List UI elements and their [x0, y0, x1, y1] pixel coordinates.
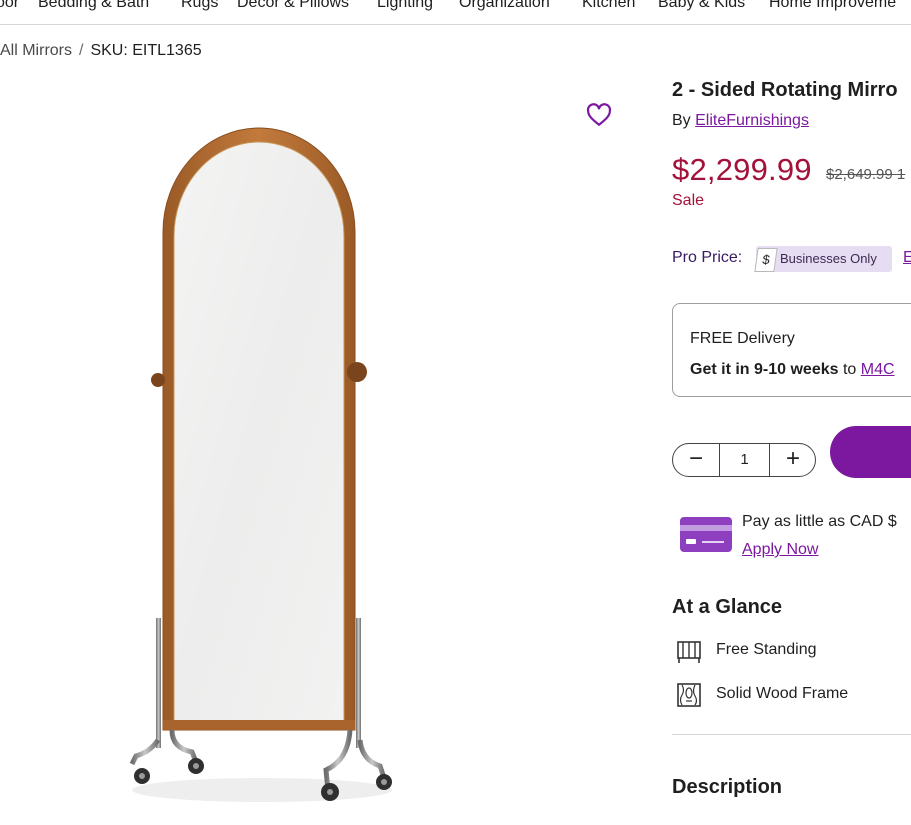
delivery-eta-time: Get it in 9-10 weeks: [690, 361, 839, 378]
product-image-gallery: [0, 80, 640, 820]
credit-card-icon: [680, 517, 732, 552]
quantity-input[interactable]: [720, 444, 769, 476]
glance-label: Free Standing: [716, 641, 817, 658]
wood-grain-icon: [677, 683, 701, 707]
product-image-mirror[interactable]: [0, 80, 640, 820]
price-tag-icon: $: [754, 248, 778, 272]
heart-icon[interactable]: [586, 102, 612, 128]
product-title: 2 - Sided Rotating Mirro: [672, 79, 898, 101]
breadcrumb-all-mirrors[interactable]: All Mirrors: [0, 42, 72, 59]
pro-signup-link[interactable]: E: [903, 249, 911, 267]
sale-label: Sale: [672, 192, 705, 209]
nav-item-outdoor[interactable]: oor: [0, 0, 19, 12]
financing-text: Pay as little as CAD $: [742, 513, 897, 530]
nav-item-baby-kids[interactable]: Baby & Kids: [658, 0, 745, 12]
nav-item-rugs[interactable]: Rugs: [181, 0, 218, 12]
sku-label: SKU: EITL1365: [90, 42, 202, 59]
breadcrumb: All Mirrors / SKU: EITL1365: [0, 42, 202, 60]
nav-item-lighting[interactable]: Lighting: [377, 0, 433, 12]
nav-item-home-improvement[interactable]: Home Improveme: [769, 0, 896, 12]
original-price-suffix: 1: [896, 166, 906, 183]
brand-link[interactable]: EliteFurnishings: [695, 112, 809, 129]
at-a-glance-heading: At a Glance: [672, 596, 783, 618]
apply-now-link[interactable]: Apply Now: [742, 541, 818, 559]
postal-code-link[interactable]: M4C: [861, 361, 895, 378]
glance-label: Solid Wood Frame: [716, 685, 849, 702]
delivery-box: FREE Delivery Get it in 9-10 weeks to M4…: [672, 303, 911, 397]
original-price: $2,649.99 1: [826, 166, 905, 183]
section-divider: [672, 734, 911, 735]
businesses-only-text: Businesses Only: [780, 251, 877, 266]
free-standing-icon: [677, 641, 701, 663]
businesses-only-badge: $ Businesses Only: [754, 246, 892, 272]
pro-price-label: Pro Price:: [672, 249, 743, 266]
category-nav: oor Bedding & Bath Rugs Decor & Pillows …: [0, 0, 911, 25]
delivery-eta: Get it in 9-10 weeks to M4C: [690, 361, 895, 379]
by-prefix: By: [672, 112, 691, 129]
original-price-value: $2,649.99: [826, 166, 893, 183]
add-to-cart-button[interactable]: [830, 426, 911, 478]
free-delivery-label: FREE Delivery: [690, 330, 795, 347]
nav-item-bedding-bath[interactable]: Bedding & Bath: [38, 0, 149, 12]
delivery-eta-to: to: [842, 361, 857, 378]
quantity-stepper: − +: [672, 443, 816, 477]
sale-price: $2,299.99: [672, 152, 812, 187]
nav-item-organization[interactable]: Organization: [459, 0, 550, 12]
nav-item-kitchen[interactable]: Kitchen: [582, 0, 635, 12]
description-heading[interactable]: Description: [672, 776, 782, 799]
increase-quantity-button[interactable]: +: [769, 444, 816, 476]
brand-byline: By EliteFurnishings: [672, 112, 809, 130]
nav-item-decor-pillows[interactable]: Decor & Pillows: [237, 0, 349, 12]
breadcrumb-separator: /: [79, 42, 84, 59]
decrease-quantity-button[interactable]: −: [673, 444, 720, 476]
